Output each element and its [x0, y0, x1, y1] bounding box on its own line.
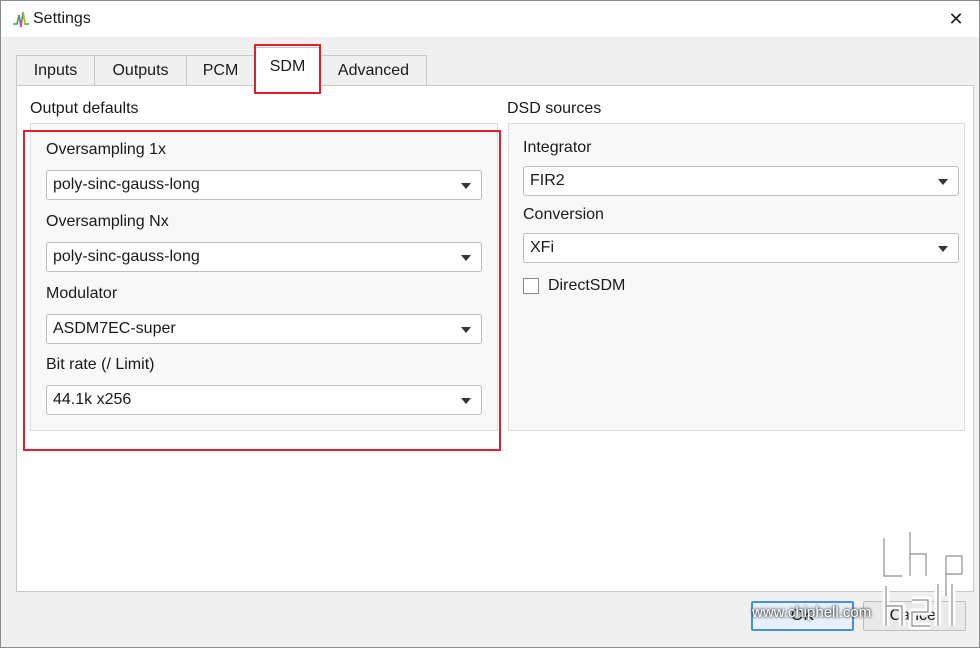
oversampling-nx-select[interactable]: poly-sinc-gauss-long [46, 242, 482, 272]
tab-pcm[interactable]: PCM [186, 55, 255, 85]
settings-dialog: Settings ✕ Inputs Outputs PCM SDM Advanc… [0, 0, 980, 648]
chevron-down-icon [461, 398, 471, 404]
tab-label: SDM [269, 58, 306, 75]
tab-sdm[interactable]: SDM [254, 47, 321, 86]
output-defaults-title: Output defaults [30, 100, 139, 117]
tab-advanced[interactable]: Advanced [320, 55, 427, 85]
chevron-down-icon [938, 246, 948, 252]
oversampling-1x-select[interactable]: poly-sinc-gauss-long [46, 170, 482, 200]
tab-label: Advanced [337, 61, 410, 79]
dsd-sources-group: Integrator FIR2 Conversion XFi DirectSDM [508, 123, 965, 431]
bit-rate-value: 44.1k x256 [53, 391, 132, 408]
modulator-select[interactable]: ASDM7EC-super [46, 314, 482, 344]
tab-label: Outputs [112, 61, 169, 79]
bit-rate-select[interactable]: 44.1k x256 [46, 385, 482, 415]
watermark-text: www.chiphell.com [752, 604, 872, 621]
window-title: Settings [33, 10, 91, 27]
chevron-down-icon [938, 179, 948, 185]
bit-rate-label: Bit rate (/ Limit) [46, 356, 155, 373]
close-button[interactable]: ✕ [933, 1, 979, 37]
output-defaults-group: Oversampling 1x poly-sinc-gauss-long Ove… [30, 123, 498, 431]
direct-sdm-label: DirectSDM [548, 277, 626, 294]
sdm-tab-panel: Output defaults Oversampling 1x poly-sin… [16, 85, 974, 592]
conversion-label: Conversion [523, 206, 604, 223]
integrator-value: FIR2 [530, 172, 565, 189]
chevron-down-icon [461, 255, 471, 261]
integrator-select[interactable]: FIR2 [523, 166, 959, 196]
oversampling-nx-label: Oversampling Nx [46, 213, 169, 230]
oversampling-nx-value: poly-sinc-gauss-long [53, 248, 200, 265]
modulator-value: ASDM7EC-super [53, 320, 176, 337]
tab-outputs[interactable]: Outputs [94, 55, 187, 85]
conversion-value: XFi [530, 239, 554, 256]
watermark-logo [880, 532, 966, 630]
tab-label: Inputs [33, 61, 78, 79]
integrator-label: Integrator [523, 139, 592, 156]
chevron-down-icon [461, 327, 471, 333]
conversion-select[interactable]: XFi [523, 233, 959, 263]
direct-sdm-checkbox[interactable] [523, 278, 539, 294]
title-bar: Settings ✕ [1, 1, 979, 37]
chevron-down-icon [461, 183, 471, 189]
modulator-label: Modulator [46, 285, 118, 302]
oversampling-1x-value: poly-sinc-gauss-long [53, 176, 200, 193]
tab-label: PCM [202, 61, 239, 79]
app-logo-icon [13, 11, 29, 28]
dsd-sources-title: DSD sources [507, 100, 602, 117]
tab-inputs[interactable]: Inputs [16, 55, 95, 85]
close-icon: ✕ [948, 8, 964, 29]
oversampling-1x-label: Oversampling 1x [46, 141, 167, 158]
